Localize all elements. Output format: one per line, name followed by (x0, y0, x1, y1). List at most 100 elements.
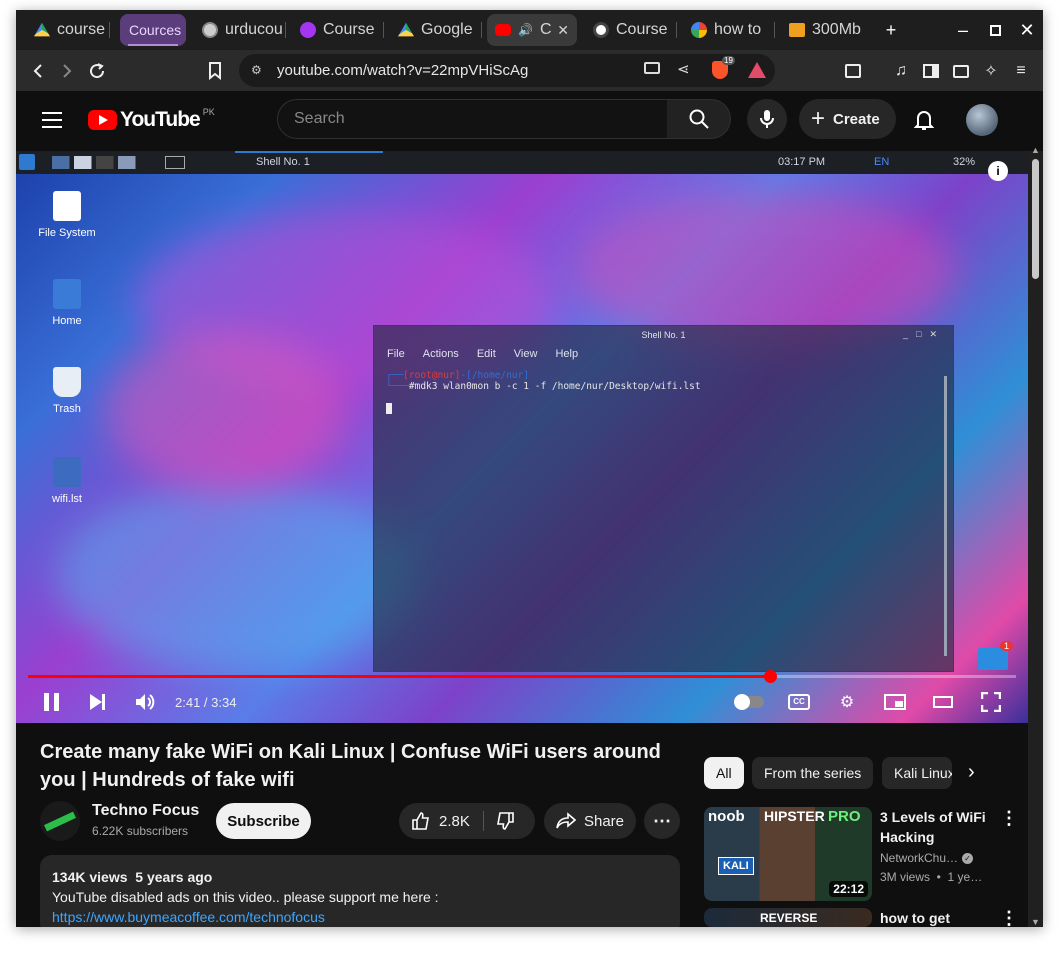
tab-udemy-course[interactable]: Course (292, 14, 384, 46)
terminal-window: Shell No. 1 _□✕ File Actions Edit View H… (373, 325, 954, 672)
sidebar-icon[interactable] (918, 58, 944, 84)
fullscreen-icon[interactable] (976, 687, 1006, 717)
progress-bar[interactable] (28, 670, 1016, 683)
tab-youtube-active[interactable]: 🔊 C ✕ (487, 14, 577, 46)
tab-urducou[interactable]: urducou (194, 14, 286, 46)
share-icon[interactable]: ⋖ (677, 60, 690, 78)
guide-menu-icon[interactable] (42, 112, 62, 128)
volume-icon[interactable] (130, 687, 160, 717)
tab-300mb[interactable]: 300Mb (781, 14, 873, 46)
video-thumbnail[interactable]: REVERSE (704, 908, 872, 927)
minimize-icon[interactable]: – (951, 18, 975, 42)
recommendation-item[interactable]: REVERSE how to get ⋮ (704, 908, 1024, 927)
google-drive-icon (398, 22, 414, 37)
drive-icon (53, 191, 81, 221)
tab-group-cources[interactable]: Cources (120, 14, 186, 46)
close-tab-icon[interactable]: ✕ (557, 22, 569, 39)
cast-icon[interactable] (644, 62, 660, 74)
miniplayer-icon[interactable] (880, 687, 910, 717)
pause-icon[interactable] (36, 687, 66, 717)
dislike-button[interactable] (495, 811, 515, 835)
scrollbar-thumb[interactable] (1032, 159, 1039, 279)
address-bar[interactable]: ⚙ youtube.com/watch?v=22mpVHiScAg ⋖ 19 (239, 54, 775, 87)
desktop-icon-file-system: File System (22, 191, 112, 239)
description-text: YouTube disabled ads on this video.. ple… (52, 889, 439, 905)
scroll-down-icon[interactable]: ▼ (1031, 917, 1040, 927)
tab-chatgpt-course[interactable]: Course (585, 14, 677, 46)
tab-group-label: Cources (129, 22, 182, 38)
tab-course[interactable]: course (26, 14, 110, 46)
autoplay-toggle[interactable] (732, 687, 766, 717)
theater-mode-icon[interactable] (928, 687, 958, 717)
chips-next-icon[interactable]: › (968, 761, 975, 784)
close-window-icon[interactable]: ✕ (1015, 18, 1039, 42)
chip-kali-linux[interactable]: Kali Linux (882, 757, 952, 789)
maximize-icon[interactable] (983, 18, 1007, 42)
recommendation-menu-icon[interactable]: ⋮ (1000, 908, 1018, 927)
video-player[interactable]: Shell No. 1 03:17 PM EN 32% i File Syste… (16, 151, 1028, 723)
site-info-icon[interactable]: ⚙ (251, 63, 262, 77)
create-button[interactable]: + Create (799, 99, 896, 139)
recommendation-title[interactable]: 3 Levels of WiFi Hacking (880, 807, 990, 847)
url-text[interactable]: youtube.com/watch?v=22mpVHiScAg (277, 62, 528, 79)
bookmark-icon[interactable] (202, 58, 228, 84)
page-scrollbar[interactable]: ▲ ▼ (1028, 145, 1043, 927)
reader-mode-icon[interactable] (840, 58, 866, 84)
search-button[interactable] (667, 99, 731, 139)
settings-gear-icon[interactable]: ⚙ (832, 687, 862, 717)
brave-rewards-icon[interactable] (748, 62, 766, 78)
subscribe-button[interactable]: Subscribe (216, 803, 311, 839)
next-icon[interactable] (82, 687, 112, 717)
channel-label: NetworkChu… (880, 851, 959, 865)
youtube-header: YouTube PK + Create (16, 91, 1043, 151)
wallpaper-shape (106, 331, 346, 491)
trash-icon (53, 367, 81, 397)
scrubber-knob[interactable] (763, 670, 777, 683)
forward-icon[interactable] (54, 58, 80, 84)
notifications-bell-icon[interactable] (913, 109, 935, 136)
recommendation-item[interactable]: noob HIPSTER PRO KALI 22:12 3 Levels of … (704, 807, 1024, 901)
more-actions-icon[interactable]: ⋯ (644, 803, 680, 839)
chip-all[interactable]: All (704, 757, 744, 789)
view-count: 134K views (52, 869, 128, 885)
avatar[interactable] (966, 104, 998, 136)
subscribe-label: Subscribe (227, 812, 300, 830)
like-button[interactable]: 2.8K (411, 811, 470, 831)
description-link[interactable]: https://www.buymeacoffee.com/technofocus (52, 907, 668, 927)
voice-search-button[interactable] (747, 99, 787, 139)
new-tab-icon[interactable]: + (879, 18, 903, 42)
leo-ai-icon[interactable]: ✧ (978, 58, 1004, 84)
tab-label: urducou (225, 21, 283, 38)
wallet-icon[interactable] (948, 58, 974, 84)
captions-icon[interactable]: CC (784, 687, 814, 717)
menu-icon[interactable]: ≡ (1008, 58, 1034, 84)
kali-menu-icon (19, 154, 35, 170)
media-icon[interactable]: ♫ (888, 58, 914, 84)
channel-avatar[interactable] (40, 801, 80, 841)
share-button[interactable]: Share (544, 803, 636, 839)
description-box[interactable]: 134K views 5 years ago YouTube disabled … (40, 855, 680, 927)
thumbnail-text: noob (708, 808, 745, 825)
info-icon[interactable]: i (988, 161, 1008, 181)
search-input[interactable] (294, 110, 654, 128)
search-box[interactable] (277, 99, 668, 139)
video-thumbnail[interactable]: noob HIPSTER PRO KALI 22:12 (704, 807, 872, 901)
thumbnail-text: REVERSE (760, 911, 818, 925)
scroll-up-icon[interactable]: ▲ (1031, 145, 1040, 155)
chip-from-the-series[interactable]: From the series (752, 757, 874, 789)
create-label: Create (833, 110, 880, 128)
reload-icon[interactable] (84, 58, 110, 84)
channel-name[interactable]: Techno Focus (92, 802, 199, 820)
tab-google[interactable]: Google (390, 14, 482, 46)
lang-indicator: EN (874, 156, 890, 168)
youtube-play-icon (88, 110, 117, 130)
tab-how-to[interactable]: how to (683, 14, 775, 46)
recommendation-title[interactable]: how to get (880, 910, 950, 926)
speaker-icon[interactable]: 🔊 (518, 23, 533, 37)
thumbs-up-icon (412, 812, 429, 830)
recommendation-menu-icon[interactable]: ⋮ (1000, 808, 1018, 829)
terminal-scrollbar (944, 376, 947, 656)
youtube-logo[interactable]: YouTube PK (88, 107, 215, 132)
terminal-launcher-icon (165, 156, 185, 169)
back-icon[interactable] (25, 58, 51, 84)
